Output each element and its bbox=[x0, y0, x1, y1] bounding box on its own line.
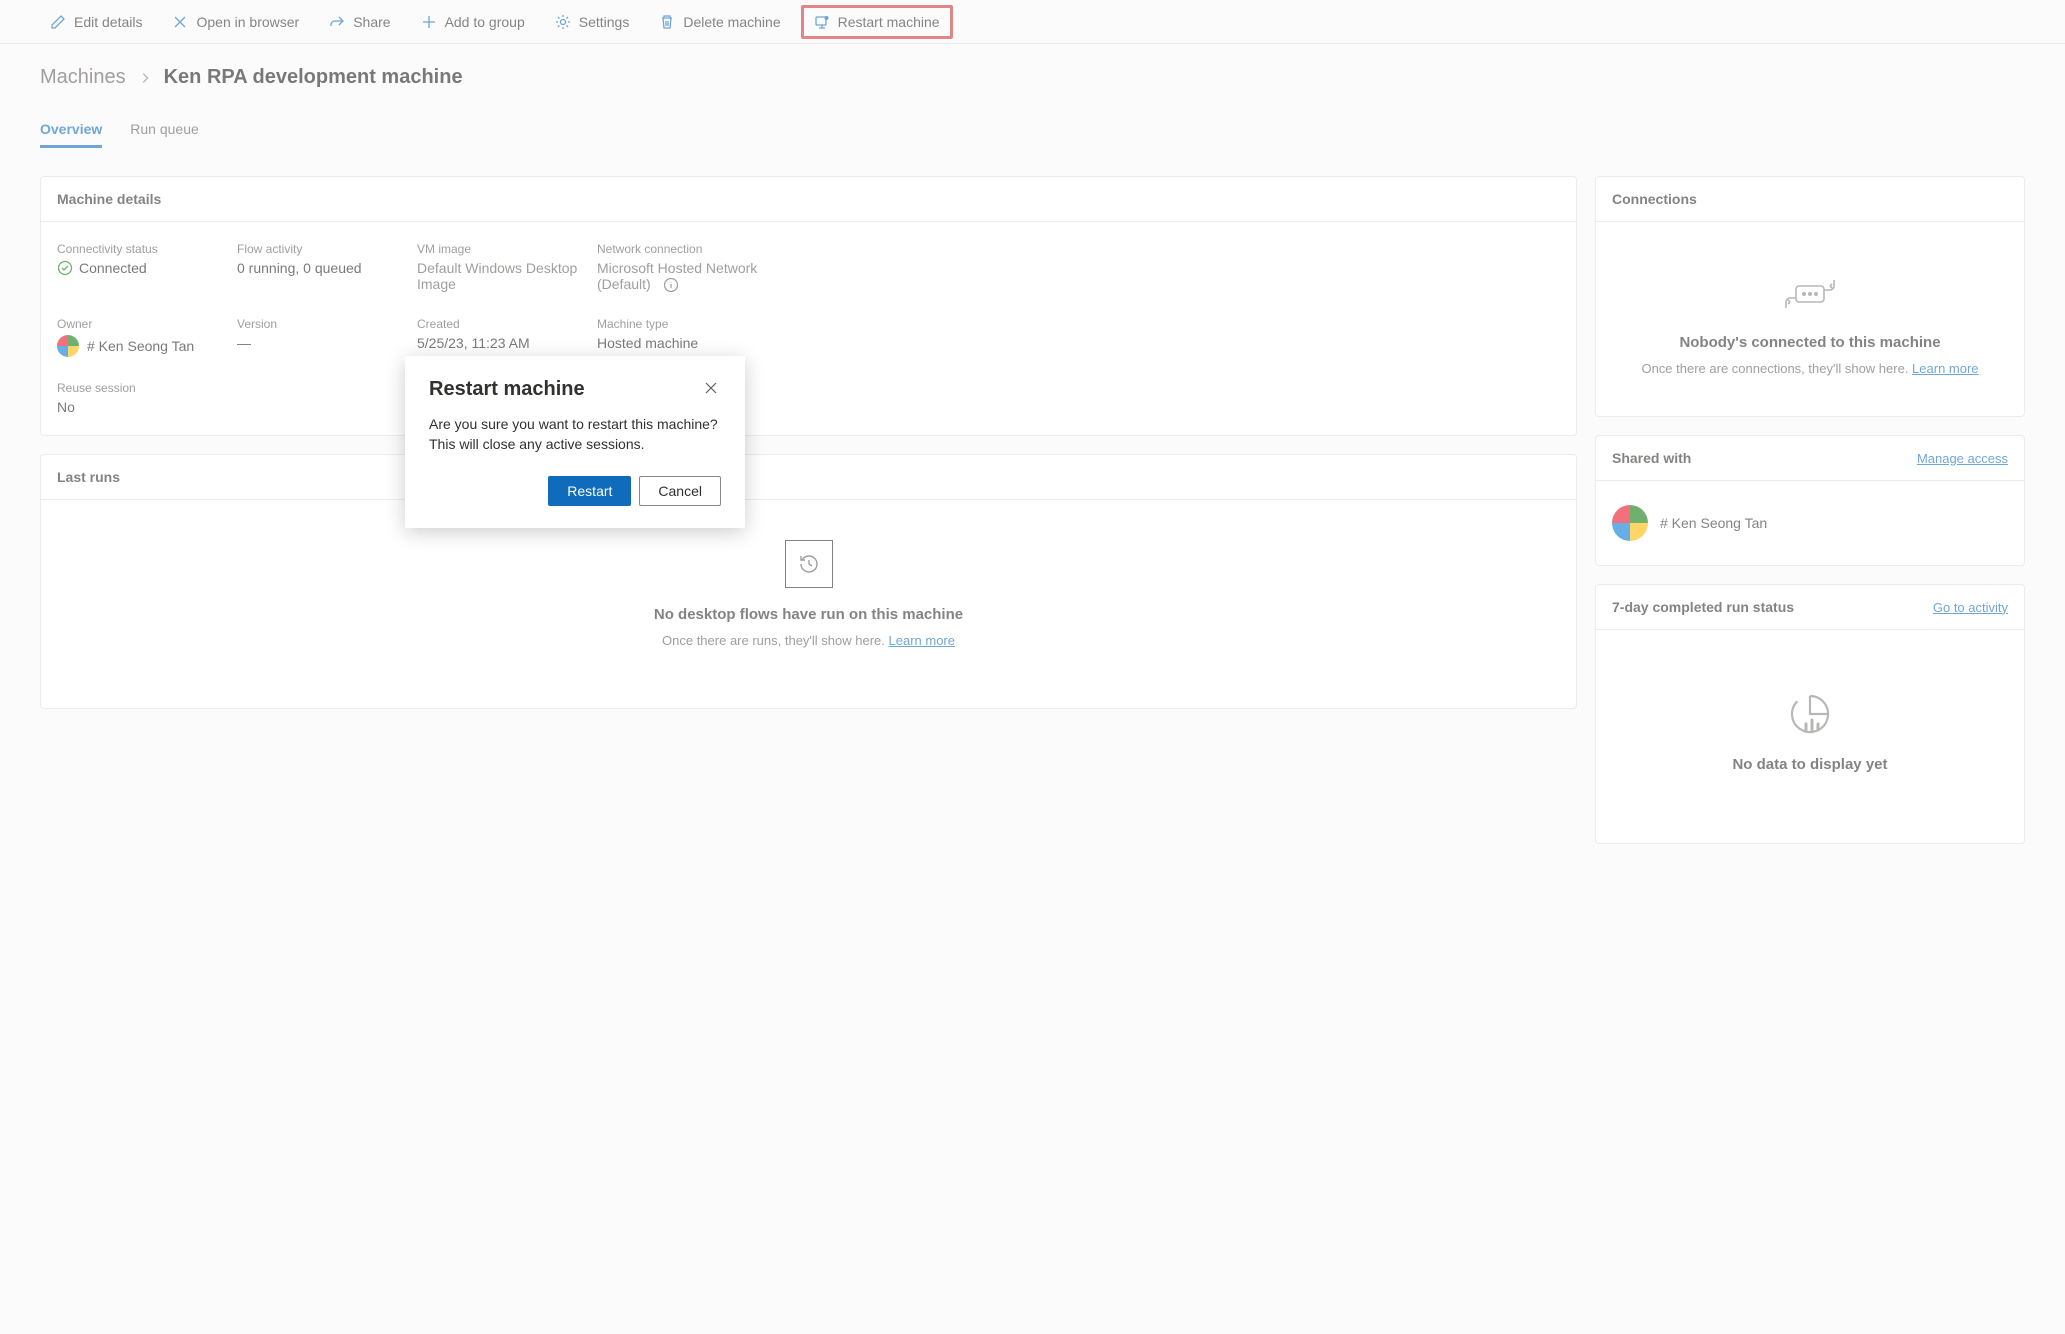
breadcrumb: Machines Ken RPA development machine bbox=[40, 66, 2025, 89]
connections-empty-title: Nobody's connected to this machine bbox=[1679, 334, 1940, 351]
tab-overview[interactable]: Overview bbox=[40, 113, 102, 148]
shared-user-row: # Ken Seong Tan bbox=[1612, 501, 2008, 545]
command-bar: Edit details Open in browser Share Add t… bbox=[0, 0, 2065, 44]
connectivity-label: Connectivity status bbox=[57, 242, 237, 256]
shared-user-name: # Ken Seong Tan bbox=[1660, 515, 1767, 531]
content: Machine details Connectivity status Conn… bbox=[0, 148, 2065, 872]
delete-machine-label: Delete machine bbox=[683, 14, 780, 30]
version-value: — bbox=[237, 335, 417, 351]
shared-with-title: Shared with bbox=[1612, 450, 1691, 466]
settings-label: Settings bbox=[579, 14, 630, 30]
reuse-session-label: Reuse session bbox=[57, 381, 237, 395]
plus-icon bbox=[421, 14, 437, 30]
dialog-title: Restart machine bbox=[429, 378, 585, 401]
restart-dialog: Restart machine Are you sure you want to… bbox=[405, 356, 745, 528]
connected-check-icon bbox=[57, 260, 73, 276]
machine-type-label: Machine type bbox=[597, 317, 797, 331]
close-icon[interactable] bbox=[701, 378, 721, 398]
share-button[interactable]: Share bbox=[319, 8, 400, 36]
edit-details-button[interactable]: Edit details bbox=[40, 8, 152, 36]
add-to-group-button[interactable]: Add to group bbox=[411, 8, 535, 36]
chart-icon bbox=[1786, 690, 1834, 738]
network-label: Network connection bbox=[597, 242, 797, 256]
reuse-session-value: No bbox=[57, 399, 237, 415]
run-status-card: 7-day completed run status Go to activit… bbox=[1595, 584, 2025, 844]
last-runs-empty-sub: Once there are runs, they'll show here. bbox=[662, 633, 888, 648]
add-to-group-label: Add to group bbox=[445, 14, 525, 30]
share-icon bbox=[329, 14, 345, 30]
vm-image-label: VM image bbox=[417, 242, 597, 256]
dialog-body: Are you sure you want to restart this ma… bbox=[429, 415, 721, 454]
machine-type-value: Hosted machine bbox=[597, 335, 797, 351]
connections-title: Connections bbox=[1596, 177, 2024, 222]
trash-icon bbox=[659, 14, 675, 30]
go-to-activity-link[interactable]: Go to activity bbox=[1933, 600, 2008, 615]
history-icon bbox=[785, 540, 833, 588]
plug-icon bbox=[1782, 272, 1838, 316]
vm-image-value: Default Windows Desktop Image bbox=[417, 260, 597, 292]
restart-icon bbox=[814, 14, 830, 30]
last-runs-title: Last runs bbox=[41, 455, 1576, 500]
avatar bbox=[1612, 505, 1648, 541]
shared-with-card: Shared with Manage access # Ken Seong Ta… bbox=[1595, 435, 2025, 566]
info-icon[interactable] bbox=[663, 277, 679, 293]
tabs: Overview Run queue bbox=[0, 113, 2065, 148]
machine-details-card: Machine details Connectivity status Conn… bbox=[40, 176, 1577, 436]
breadcrumb-root[interactable]: Machines bbox=[40, 66, 126, 89]
last-runs-learn-more-link[interactable]: Learn more bbox=[889, 633, 955, 648]
flow-activity-label: Flow activity bbox=[237, 242, 417, 256]
settings-button[interactable]: Settings bbox=[545, 8, 640, 36]
connectivity-value: Connected bbox=[79, 260, 147, 276]
edit-details-label: Edit details bbox=[74, 14, 142, 30]
connections-empty-sub: Once there are connections, they'll show… bbox=[1641, 361, 1912, 376]
avatar bbox=[57, 335, 79, 357]
pencil-icon bbox=[50, 14, 66, 30]
open-browser-icon bbox=[172, 14, 188, 30]
page-header: Machines Ken RPA development machine bbox=[0, 44, 2065, 89]
dialog-restart-button[interactable]: Restart bbox=[548, 476, 631, 506]
restart-machine-label: Restart machine bbox=[838, 14, 940, 30]
share-label: Share bbox=[353, 14, 390, 30]
open-browser-label: Open in browser bbox=[196, 14, 299, 30]
restart-machine-button[interactable]: Restart machine bbox=[801, 5, 953, 39]
run-status-empty-title: No data to display yet bbox=[1732, 756, 1887, 773]
chevron-right-icon bbox=[138, 71, 152, 85]
open-browser-button[interactable]: Open in browser bbox=[162, 8, 309, 36]
tab-run-queue[interactable]: Run queue bbox=[130, 113, 199, 148]
machine-details-title: Machine details bbox=[41, 177, 1576, 222]
created-label: Created bbox=[417, 317, 597, 331]
manage-access-link[interactable]: Manage access bbox=[1917, 451, 2008, 466]
dialog-cancel-button[interactable]: Cancel bbox=[639, 476, 721, 506]
last-runs-card: Last runs No desktop flows have run on t… bbox=[40, 454, 1577, 709]
version-label: Version bbox=[237, 317, 417, 331]
connections-learn-more-link[interactable]: Learn more bbox=[1912, 361, 1978, 376]
gear-icon bbox=[555, 14, 571, 30]
breadcrumb-current: Ken RPA development machine bbox=[164, 66, 463, 89]
connections-card: Connections Nobody's connected to this m… bbox=[1595, 176, 2025, 417]
owner-label: Owner bbox=[57, 317, 237, 331]
run-status-title: 7-day completed run status bbox=[1612, 599, 1794, 615]
owner-value: # Ken Seong Tan bbox=[87, 338, 194, 354]
last-runs-empty-title: No desktop flows have run on this machin… bbox=[654, 606, 963, 623]
flow-activity-value: 0 running, 0 queued bbox=[237, 260, 417, 276]
created-value: 5/25/23, 11:23 AM bbox=[417, 335, 597, 351]
delete-machine-button[interactable]: Delete machine bbox=[649, 8, 790, 36]
